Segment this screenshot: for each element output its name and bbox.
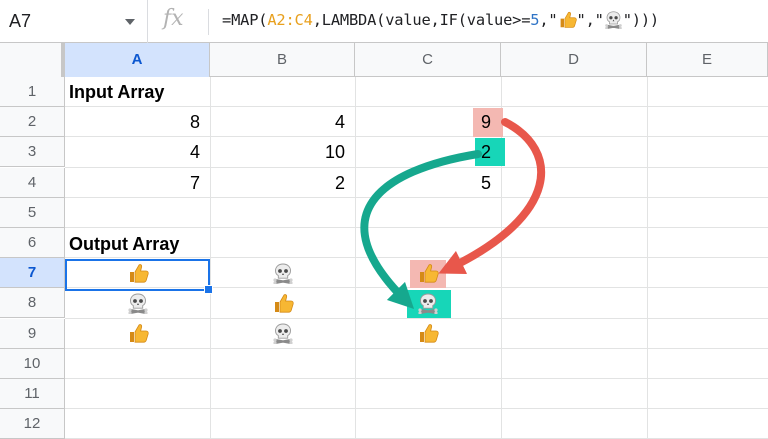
output-cell-b8[interactable] [210,288,355,318]
input-cell-c4[interactable]: 5 [355,168,501,198]
formula-bar: A7 fx =MAP(A2:C4,LAMBDA(value,IF(value>=… [0,0,768,43]
formula-segment: "," [576,11,604,29]
output-cell-b7[interactable] [210,258,355,288]
column-header-d[interactable]: D [501,43,647,77]
output-array-label: Output Array [69,234,180,254]
row-header-9[interactable]: 9 [0,318,65,349]
row-header-6[interactable]: 6 [0,228,65,258]
row-header-10[interactable]: 10 [0,348,65,379]
name-box[interactable]: A7 [0,0,148,43]
name-box-value: A7 [9,11,32,31]
row-header-5[interactable]: 5 [0,197,65,228]
output-cell-c7[interactable] [355,258,501,288]
input-cell-a2[interactable]: 8 [65,107,210,137]
skull-crossbones-icon [417,293,439,315]
input-cell-b3[interactable]: 10 [210,137,355,167]
row-header-12[interactable]: 12 [0,409,65,439]
input-cell-b2[interactable]: 4 [210,107,355,137]
chevron-down-icon[interactable] [125,19,135,25]
output-cell-c8[interactable] [355,288,501,318]
fill-handle[interactable] [204,285,213,294]
row-header-3[interactable]: 3 [0,137,65,168]
row-header-2[interactable]: 2 [0,107,65,138]
input-cell-c3[interactable]: 2 [355,137,501,167]
output-cell-c9[interactable] [355,319,501,349]
formula-segment: "))) [622,11,659,29]
row-header-1[interactable]: 1 [0,77,65,107]
row-gridline [65,227,768,228]
formula-segment: A2:C4 [267,11,313,29]
column-header-c[interactable]: C [355,43,501,77]
formula-input[interactable]: =MAP(A2:C4,LAMBDA(value,IF(value>=5," ","… [222,10,659,29]
row-header-11[interactable]: 11 [0,379,65,409]
input-cell-c2[interactable]: 9 [355,107,501,137]
output-cell-a8[interactable] [65,288,210,318]
formula-segment: 5 [530,11,540,29]
formula-segment: ," [539,11,558,29]
thumbs-up-icon [419,324,439,343]
cell-grid[interactable]: Input Array Output Array 8 4 9 4 10 2 7 2 5 [65,77,768,439]
formula-segment: ,LAMBDA(value,IF(value>= [312,11,531,29]
column-header-row: ABCDE [0,43,768,77]
thumbs-up-icon [274,294,294,313]
output-cell-b9[interactable] [210,319,355,349]
thumbs-up-icon [129,324,149,343]
thumbs-up-icon [559,11,577,28]
selected-cell-a7[interactable] [65,259,210,291]
input-cell-a4[interactable]: 7 [65,168,210,198]
input-cell-a3[interactable]: 4 [65,137,210,167]
row-header-8[interactable]: 8 [0,288,65,319]
row-header-4[interactable]: 4 [0,167,65,198]
thumbs-up-icon [419,264,439,283]
input-cell-b4[interactable]: 2 [210,168,355,198]
select-all-corner[interactable] [0,43,65,77]
skull-crossbones-icon [271,323,294,345]
row-header-7[interactable]: 7 [0,258,65,289]
input-array-label: Input Array [69,82,165,102]
column-header-e[interactable]: E [647,43,768,77]
skull-crossbones-icon [126,293,149,315]
skull-crossbones-icon [603,10,623,29]
formula-divider [208,9,209,35]
skull-crossbones-icon [271,262,294,284]
row-gridline [65,378,768,379]
fx-icon: fx [163,6,184,31]
column-header-b[interactable]: B [210,43,355,77]
row-gridline [65,408,768,410]
formula-segment: =MAP( [222,11,268,29]
output-cell-a9[interactable] [65,319,210,349]
column-header-a[interactable]: A [65,43,210,77]
